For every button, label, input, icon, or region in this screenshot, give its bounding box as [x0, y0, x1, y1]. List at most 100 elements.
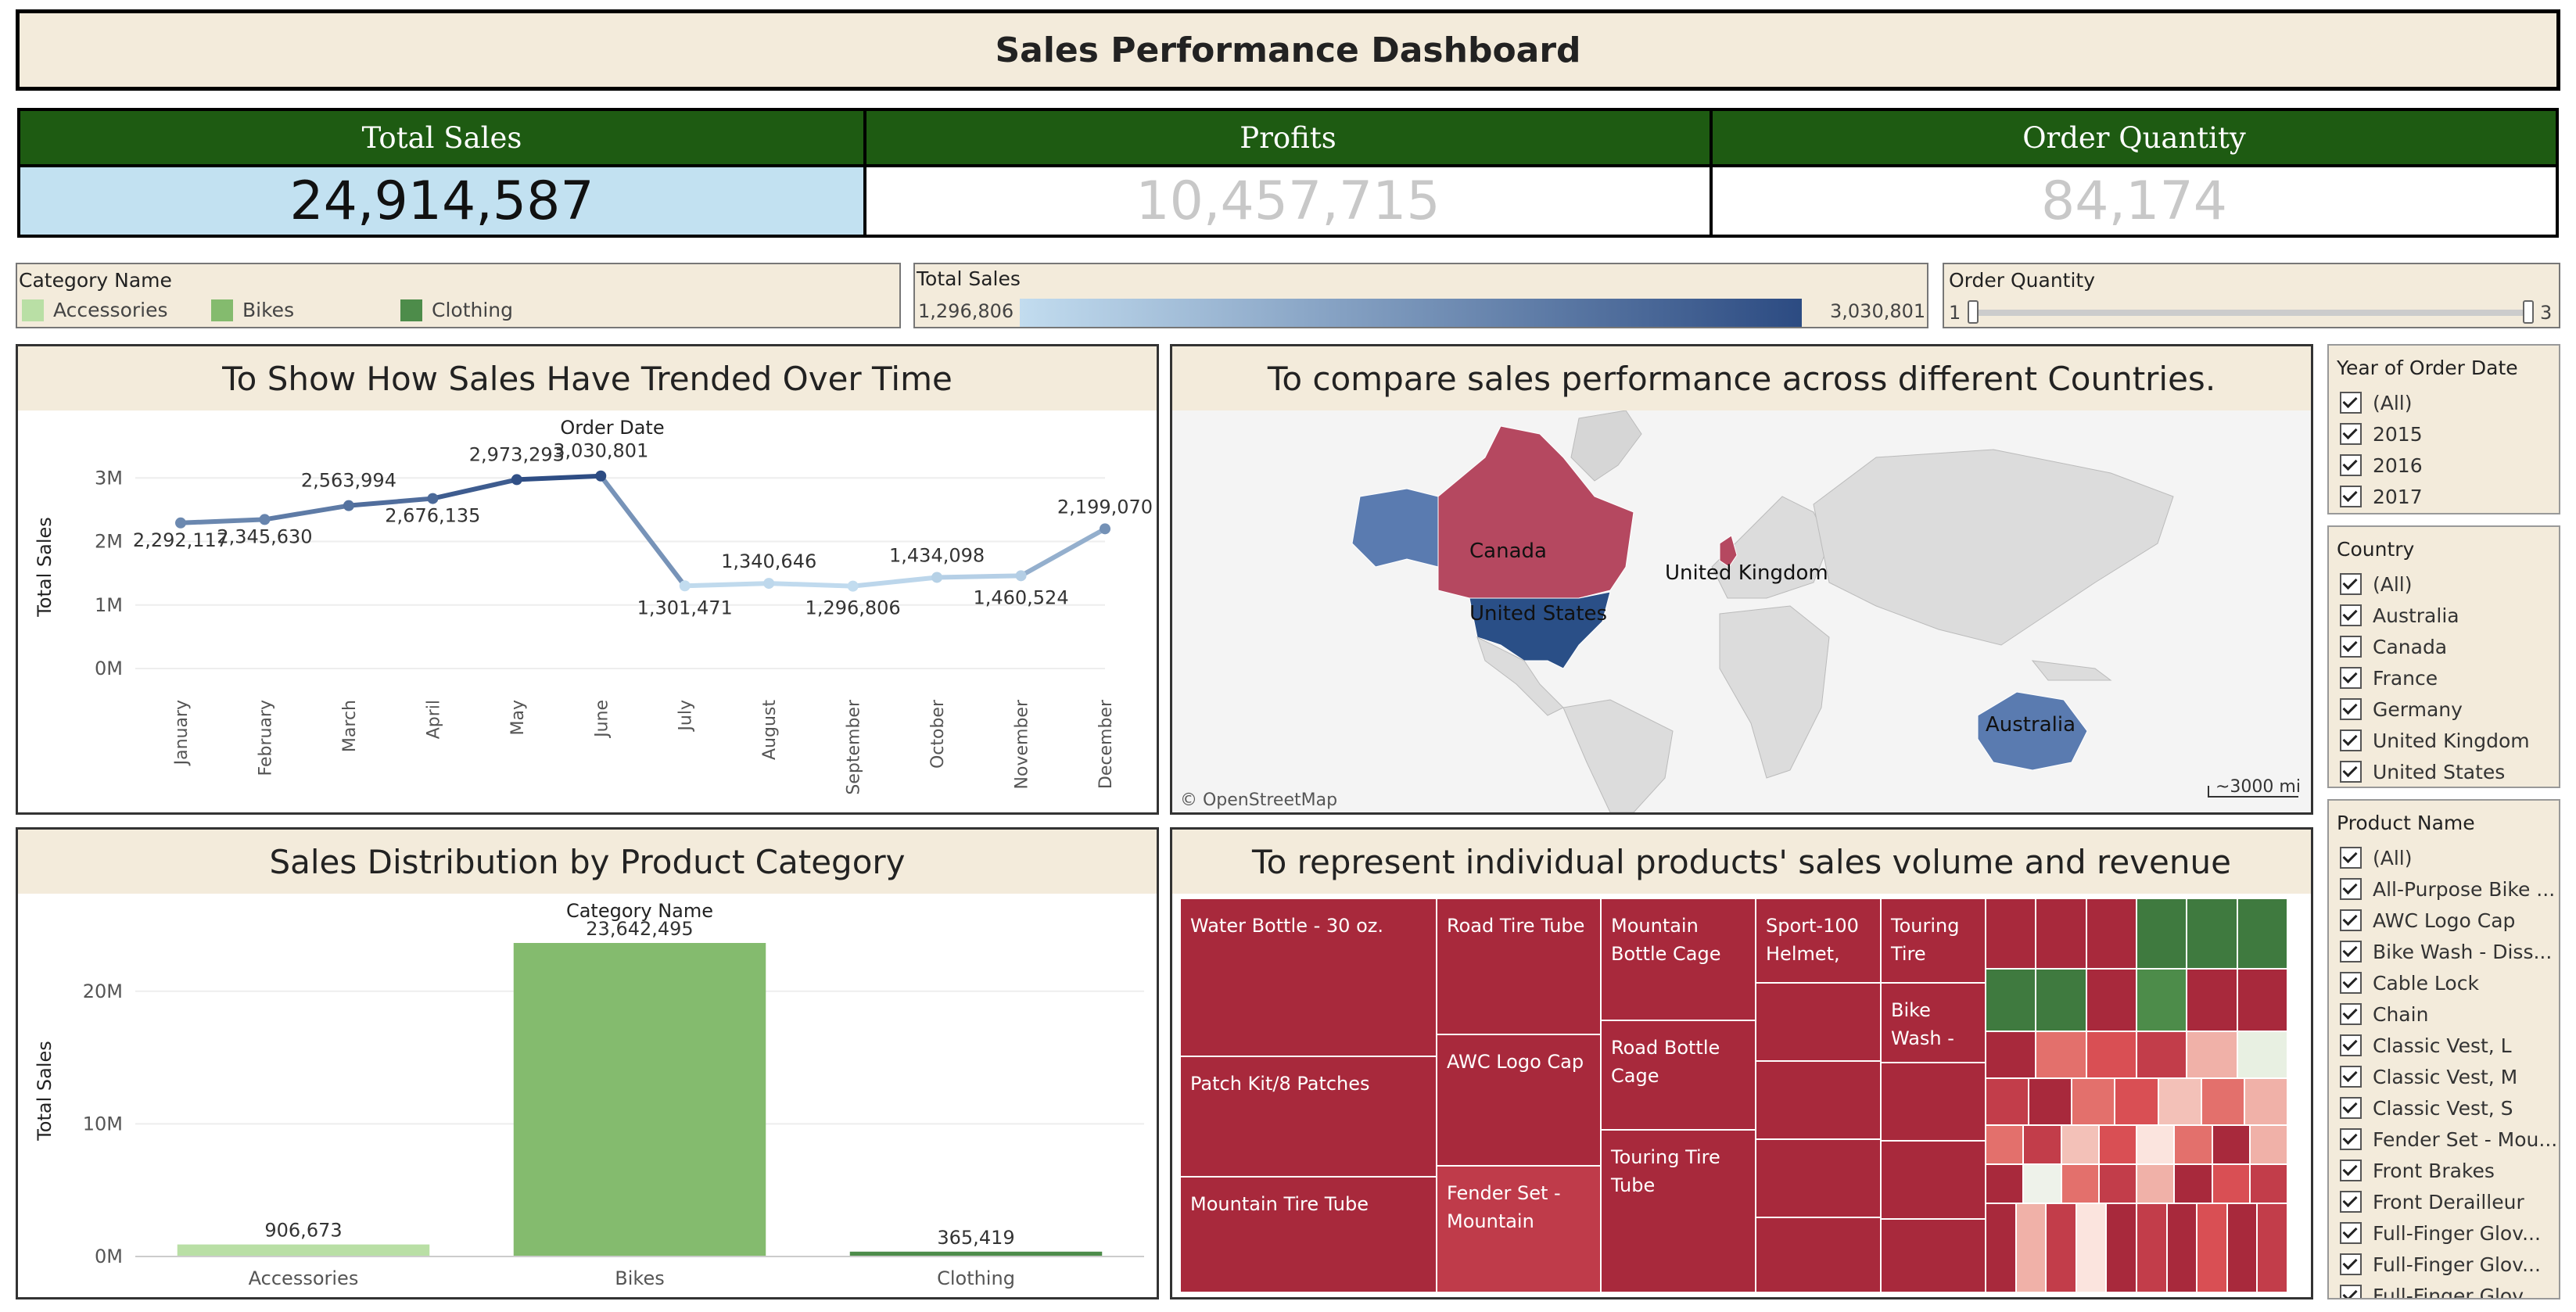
trend-point[interactable]: [1015, 570, 1027, 582]
product-option[interactable]: Classic Vest, S: [2340, 1092, 2559, 1124]
checkbox-icon[interactable]: [2340, 1285, 2362, 1298]
country-option-united-kingdom[interactable]: United Kingdom: [2340, 725, 2559, 756]
treemap-cell[interactable]: [2137, 898, 2187, 969]
product-option[interactable]: (All): [2340, 842, 2559, 873]
treemap-cell[interactable]: [2197, 1203, 2227, 1292]
treemap-cell[interactable]: [2237, 1031, 2287, 1078]
checkbox-icon[interactable]: [2340, 454, 2362, 476]
kpi-order-quantity-value[interactable]: 84,174: [1710, 167, 2559, 238]
checkbox-icon[interactable]: [2340, 392, 2362, 414]
treemap-cell-touring-tire-tube[interactable]: Touring Tire Tube: [1601, 1130, 1756, 1292]
trend-point[interactable]: [343, 500, 354, 511]
country-option-united-states[interactable]: United States: [2340, 756, 2559, 787]
product-option[interactable]: Full-Finger Glov...: [2340, 1280, 2559, 1298]
treemap-cell[interactable]: [2072, 1078, 2115, 1125]
treemap-cell[interactable]: [2106, 1203, 2137, 1292]
treemap-cell-touring-tire[interactable]: Touring Tire: [1881, 898, 1986, 983]
treemap-cell[interactable]: [2187, 1031, 2237, 1078]
category-sales-chart[interactable]: Category Name0M10M20MTotal Sales906,673A…: [18, 894, 1157, 1297]
checkbox-icon[interactable]: [2340, 1191, 2362, 1213]
trend-point[interactable]: [847, 580, 859, 592]
checkbox-icon[interactable]: [2340, 636, 2362, 658]
treemap-cell-mountain-bottle-cage[interactable]: Mountain Bottle Cage: [1601, 898, 1756, 1020]
treemap-cell[interactable]: [2212, 1125, 2250, 1164]
treemap-cell[interactable]: [2036, 898, 2086, 969]
checkbox-icon[interactable]: [2340, 1160, 2362, 1181]
treemap-cell[interactable]: [2237, 898, 2287, 969]
treemap-cell[interactable]: [2257, 1203, 2287, 1292]
trend-point[interactable]: [595, 470, 607, 482]
checkbox-icon[interactable]: [2340, 573, 2362, 595]
product-option[interactable]: Fender Set - Mou...: [2340, 1124, 2559, 1155]
treemap-cell[interactable]: [1881, 1063, 1986, 1141]
treemap-cell[interactable]: [2029, 1078, 2072, 1125]
treemap-cell[interactable]: [1881, 1141, 1986, 1219]
treemap-cell[interactable]: [2036, 969, 2086, 1031]
treemap-cell-road-tire-tube[interactable]: Road Tire Tube: [1437, 898, 1601, 1034]
treemap-cell[interactable]: [2076, 1203, 2107, 1292]
checkbox-icon[interactable]: [2340, 1253, 2362, 1275]
treemap-cell[interactable]: [2023, 1125, 2061, 1164]
legend-item-accessories[interactable]: Accessories: [22, 299, 168, 321]
treemap-cell[interactable]: [2086, 1031, 2137, 1078]
treemap-cell[interactable]: [2187, 969, 2237, 1031]
trend-point[interactable]: [259, 514, 271, 525]
trend-point[interactable]: [427, 493, 439, 504]
treemap-cell[interactable]: [2086, 898, 2137, 969]
checkbox-icon[interactable]: [2340, 1003, 2362, 1025]
kpi-profits-value[interactable]: 10,457,715: [863, 167, 1713, 238]
treemap-cell[interactable]: [2015, 1203, 2047, 1292]
country-option-australia[interactable]: Australia: [2340, 600, 2559, 631]
treemap-cell[interactable]: [1881, 1219, 1986, 1292]
kpi-total-sales-value[interactable]: 24,914,587: [17, 167, 866, 238]
product-option[interactable]: Classic Vest, M: [2340, 1061, 2559, 1092]
treemap-cell[interactable]: [2046, 1203, 2076, 1292]
treemap-cell[interactable]: [2174, 1164, 2212, 1203]
product-option[interactable]: Full-Finger Glov...: [2340, 1249, 2559, 1280]
treemap-cell[interactable]: [2166, 1203, 2197, 1292]
product-option[interactable]: Bike Wash - Diss...: [2340, 936, 2559, 967]
order-quantity-min-handle[interactable]: [1968, 300, 1979, 324]
treemap-cell[interactable]: [1756, 1061, 1881, 1139]
treemap-cell[interactable]: [1986, 1125, 2024, 1164]
country-option-france[interactable]: France: [2340, 662, 2559, 694]
product-option[interactable]: Classic Vest, L: [2340, 1030, 2559, 1061]
checkbox-icon[interactable]: [2340, 667, 2362, 689]
checkbox-icon[interactable]: [2340, 486, 2362, 507]
treemap-cell-fender-set[interactable]: Fender Set - Mountain: [1437, 1166, 1601, 1292]
treemap-cell-patch-kit[interactable]: Patch Kit/8 Patches: [1180, 1056, 1437, 1177]
treemap-cell[interactable]: [2137, 1164, 2175, 1203]
treemap-cell-sport-helmet[interactable]: Sport-100 Helmet,: [1756, 898, 1881, 983]
legend-item-clothing[interactable]: Clothing: [400, 299, 513, 321]
product-option[interactable]: All-Purpose Bike ...: [2340, 873, 2559, 905]
treemap-cell[interactable]: [2158, 1078, 2201, 1125]
sales-trend-chart[interactable]: Order Date0M1M2M3MTotal Sales 2,292,1172,…: [18, 410, 1157, 812]
treemap-cell[interactable]: [2201, 1078, 2244, 1125]
treemap-cell[interactable]: [2249, 1125, 2287, 1164]
country-option-germany[interactable]: Germany: [2340, 694, 2559, 725]
world-map[interactable]: Canada United States United Kingdom Aust…: [1172, 410, 2311, 812]
treemap-cell[interactable]: [1756, 1139, 1881, 1217]
checkbox-icon[interactable]: [2340, 909, 2362, 931]
checkbox-icon[interactable]: [2340, 1066, 2362, 1088]
year-option-all[interactable]: (All): [2340, 387, 2559, 418]
order-quantity-track[interactable]: [1971, 310, 2528, 316]
product-treemap[interactable]: Water Bottle - 30 oz. Patch Kit/8 Patche…: [1180, 898, 2287, 1292]
checkbox-icon[interactable]: [2340, 604, 2362, 626]
product-option[interactable]: Chain: [2340, 998, 2559, 1030]
country-option-all[interactable]: (All): [2340, 568, 2559, 600]
treemap-cell-water-bottle[interactable]: Water Bottle - 30 oz.: [1180, 898, 1437, 1056]
product-option[interactable]: Front Brakes: [2340, 1155, 2559, 1186]
bar[interactable]: [177, 1244, 430, 1256]
treemap-cell[interactable]: [2036, 1031, 2086, 1078]
treemap-cell[interactable]: [2174, 1125, 2212, 1164]
treemap-cell[interactable]: [1986, 1203, 2016, 1292]
year-option-2015[interactable]: 2015: [2340, 418, 2559, 450]
product-option[interactable]: Full-Finger Glov...: [2340, 1217, 2559, 1249]
treemap-cell-bike-wash[interactable]: Bike Wash -: [1881, 983, 1986, 1063]
trend-point[interactable]: [679, 580, 691, 592]
treemap-cell[interactable]: [1986, 1164, 2024, 1203]
treemap-cell[interactable]: [1986, 898, 2036, 969]
treemap-cell[interactable]: [1756, 983, 1881, 1061]
treemap-cell[interactable]: [2098, 1125, 2137, 1164]
